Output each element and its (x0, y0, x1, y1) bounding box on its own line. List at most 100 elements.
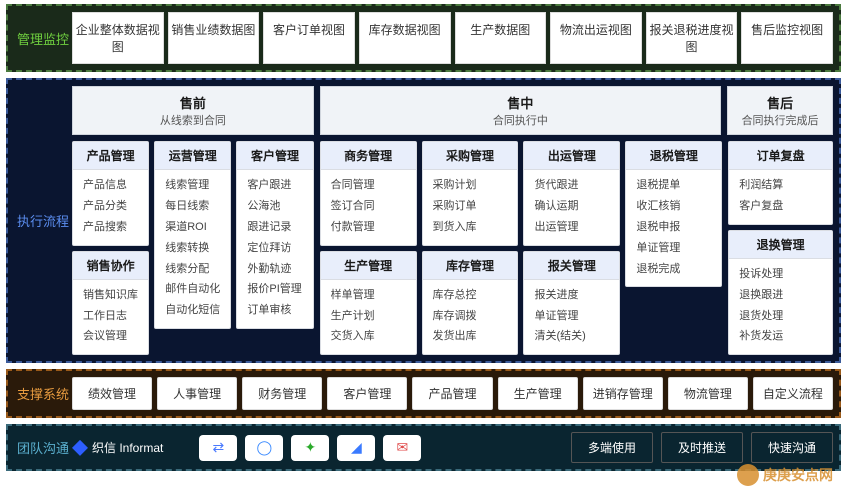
list-item[interactable]: 跟进记录 (247, 217, 302, 238)
list-item[interactable]: 退税申报 (636, 217, 711, 238)
stage-insale: 售中 合同执行中 (320, 86, 721, 135)
view-enterprise[interactable]: 企业整体数据视图 (72, 12, 164, 64)
list-item[interactable]: 样单管理 (331, 285, 406, 306)
list-item[interactable]: 外勤轨迹 (247, 259, 302, 280)
list-item[interactable]: 邮件自动化 (165, 279, 220, 300)
support-finance[interactable]: 财务管理 (242, 377, 322, 410)
stage-presale-title: 售前 (73, 93, 313, 112)
list-item[interactable]: 会议管理 (83, 326, 138, 347)
watermark-text: 庚庚安点网 (763, 465, 833, 485)
btn-multi-terminal[interactable]: 多端使用 (571, 432, 653, 463)
support-custom[interactable]: 自定义流程 (753, 377, 833, 410)
card-header: 库存管理 (423, 252, 518, 280)
list-item[interactable]: 利润结算 (739, 175, 822, 196)
list-item[interactable]: 发货出库 (433, 326, 508, 347)
swap-icon[interactable]: ⇄ (199, 435, 237, 461)
list-item[interactable]: 补货发运 (739, 326, 822, 347)
card-operation-mgmt: 运营管理 线索管理 每日线索 渠道ROI 线索转换 线索分配 邮件自动化 自动化… (154, 141, 231, 329)
list-item[interactable]: 确认运期 (534, 196, 609, 217)
wechat-icon[interactable]: ✦ (291, 435, 329, 461)
list-item[interactable]: 收汇核销 (636, 196, 711, 217)
list-item[interactable]: 库存总控 (433, 285, 508, 306)
list-item[interactable]: 退税完成 (636, 259, 711, 280)
list-item[interactable]: 付款管理 (331, 217, 406, 238)
list-item[interactable]: 每日线索 (165, 196, 220, 217)
view-sales[interactable]: 销售业绩数据图 (168, 12, 260, 64)
list-item[interactable]: 采购订单 (433, 196, 508, 217)
card-order-review: 订单复盘 利润结算 客户复盘 (728, 141, 833, 225)
card-return-mgmt: 退换管理 投诉处理 退换跟进 退货处理 补货发运 (728, 230, 833, 356)
list-item[interactable]: 采购计划 (433, 175, 508, 196)
list-item[interactable]: 货代跟进 (534, 175, 609, 196)
card-customer-mgmt: 客户管理 客户跟进 公海池 跟进记录 定位拜访 外勤轨迹 报价PI管理 订单审核 (236, 141, 313, 329)
support-product[interactable]: 产品管理 (412, 377, 492, 410)
card-header: 产品管理 (73, 142, 148, 170)
view-production[interactable]: 生产数据图 (455, 12, 547, 64)
dingtalk-icon[interactable]: ◢ (337, 435, 375, 461)
section2-label: 执行流程 (14, 86, 72, 355)
stage-postsale: 售后 合同执行完成后 (727, 86, 833, 135)
support-inventory[interactable]: 进销存管理 (583, 377, 663, 410)
mail-icon[interactable]: ✉ (383, 435, 421, 461)
view-orders[interactable]: 客户订单视图 (263, 12, 355, 64)
card-header: 运营管理 (155, 142, 230, 170)
list-item[interactable]: 交货入库 (331, 326, 406, 347)
list-item[interactable]: 投诉处理 (739, 264, 822, 285)
card-sales-collab: 销售协作 销售知识库 工作日志 会议管理 (72, 251, 149, 356)
support-logistics[interactable]: 物流管理 (668, 377, 748, 410)
list-item[interactable]: 出运管理 (534, 217, 609, 238)
list-item[interactable]: 线索转换 (165, 238, 220, 259)
list-item[interactable]: 到货入库 (433, 217, 508, 238)
list-item[interactable]: 报关进度 (534, 285, 609, 306)
list-item[interactable]: 自动化短信 (165, 300, 220, 321)
list-item[interactable]: 产品搜索 (83, 217, 138, 238)
list-item[interactable]: 退换跟进 (739, 285, 822, 306)
btn-quick-comm[interactable]: 快速沟通 (751, 432, 833, 463)
list-item[interactable]: 报价PI管理 (247, 279, 302, 300)
list-item[interactable]: 产品分类 (83, 196, 138, 217)
list-item[interactable]: 单证管理 (636, 238, 711, 259)
list-item[interactable]: 清关(结关) (534, 326, 609, 347)
list-item[interactable]: 合同管理 (331, 175, 406, 196)
list-item[interactable]: 签订合同 (331, 196, 406, 217)
view-inventory[interactable]: 库存数据视图 (359, 12, 451, 64)
card-header: 销售协作 (73, 252, 148, 280)
support-performance[interactable]: 绩效管理 (72, 377, 152, 410)
chat-icon[interactable]: ◯ (245, 435, 283, 461)
list-item[interactable]: 线索分配 (165, 259, 220, 280)
list-item[interactable]: 工作日志 (83, 306, 138, 327)
card-stock-mgmt: 库存管理 库存总控 库存调拨 发货出库 (422, 251, 519, 356)
card-purchase-mgmt: 采购管理 采购计划 采购订单 到货入库 (422, 141, 519, 246)
list-item[interactable]: 生产计划 (331, 306, 406, 327)
card-header: 采购管理 (423, 142, 518, 170)
card-customs-mgmt: 报关管理 报关进度 单证管理 清关(结关) (523, 251, 620, 356)
stage-presale-sub: 从线索到合同 (73, 112, 313, 128)
list-item[interactable]: 渠道ROI (165, 217, 220, 238)
watermark: 庚庚安点网 (737, 464, 833, 486)
list-item[interactable]: 线索管理 (165, 175, 220, 196)
btn-push[interactable]: 及时推送 (661, 432, 743, 463)
list-item[interactable]: 订单审核 (247, 300, 302, 321)
list-item[interactable]: 客户复盘 (739, 196, 822, 217)
list-item[interactable]: 库存调拨 (433, 306, 508, 327)
view-logistics[interactable]: 物流出运视图 (550, 12, 642, 64)
brand-text: 织信 Informat (92, 439, 163, 456)
stage-postsale-sub: 合同执行完成后 (728, 112, 832, 128)
stage-insale-sub: 合同执行中 (321, 112, 720, 128)
view-customs[interactable]: 报关退税进度视图 (646, 12, 738, 64)
list-item[interactable]: 定位拜访 (247, 238, 302, 259)
list-item[interactable]: 退货处理 (739, 306, 822, 327)
list-item[interactable]: 退税提单 (636, 175, 711, 196)
support-customer[interactable]: 客户管理 (327, 377, 407, 410)
list-item[interactable]: 单证管理 (534, 306, 609, 327)
card-header: 报关管理 (524, 252, 619, 280)
support-hr[interactable]: 人事管理 (157, 377, 237, 410)
stage-insale-title: 售中 (321, 93, 720, 112)
list-item[interactable]: 客户跟进 (247, 175, 302, 196)
view-aftersale[interactable]: 售后监控视图 (741, 12, 833, 64)
support-production[interactable]: 生产管理 (498, 377, 578, 410)
list-item[interactable]: 产品信息 (83, 175, 138, 196)
list-item[interactable]: 公海池 (247, 196, 302, 217)
section3-label: 支撑系统 (14, 377, 72, 410)
list-item[interactable]: 销售知识库 (83, 285, 138, 306)
